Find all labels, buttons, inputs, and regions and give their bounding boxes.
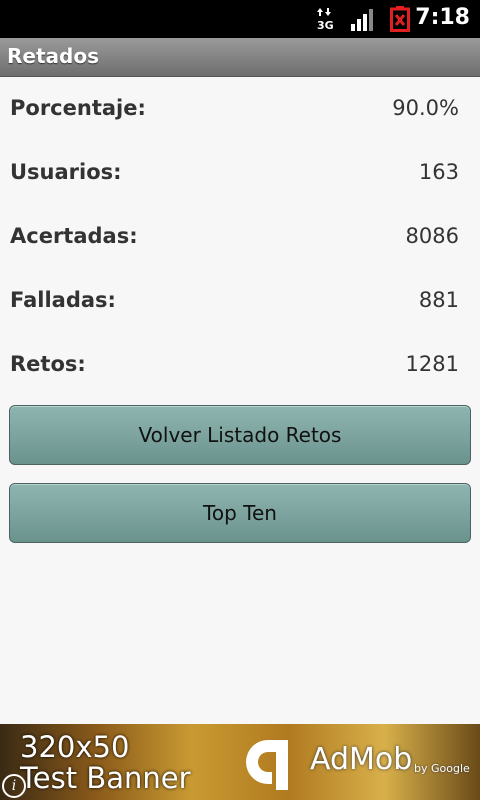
- ad-test-text: 320x50 Test Banner: [20, 732, 191, 794]
- info-icon[interactable]: i: [2, 774, 26, 798]
- signal-strength-icon: [351, 9, 373, 31]
- stat-row-retos: Retos: 1281: [0, 346, 480, 386]
- stat-value: 1281: [405, 352, 459, 376]
- stat-row-acertadas: Acertadas: 8086: [0, 218, 480, 258]
- stat-value: 163: [418, 160, 459, 184]
- svg-text:3G: 3G: [317, 19, 334, 31]
- stat-label: Acertadas:: [10, 224, 138, 248]
- stat-label: Porcentaje:: [10, 96, 146, 120]
- top-ten-button[interactable]: Top Ten: [9, 483, 471, 543]
- 3g-data-icon: 3G: [317, 8, 334, 31]
- ad-banner[interactable]: 320x50 Test Banner i AdMob by Google: [0, 724, 480, 800]
- title-bar: Retados: [0, 38, 480, 77]
- ad-size-label: 320x50: [20, 730, 130, 764]
- stat-label: Usuarios:: [10, 160, 122, 184]
- volver-listado-retos-button[interactable]: Volver Listado Retos: [9, 405, 471, 465]
- stat-label: Retos:: [10, 352, 86, 376]
- stat-row-falladas: Falladas: 881: [0, 282, 480, 322]
- battery-alert-icon: [390, 6, 410, 32]
- stat-value: 90.0%: [392, 96, 459, 120]
- status-clock: 7:18: [415, 5, 470, 30]
- stat-value: 881: [418, 288, 459, 312]
- admob-brand: AdMob: [310, 742, 413, 777]
- stat-value: 8086: [405, 224, 459, 248]
- stat-label: Falladas:: [10, 288, 116, 312]
- stat-row-porcentaje: Porcentaje: 90.0%: [0, 90, 480, 130]
- status-bar: 3G 7:18: [0, 0, 480, 38]
- ad-test-label: Test Banner: [20, 761, 191, 795]
- admob-by-google: by Google: [414, 762, 470, 775]
- page-title: Retados: [7, 44, 99, 68]
- stat-row-usuarios: Usuarios: 163: [0, 154, 480, 194]
- admob-logo-icon: [246, 740, 288, 790]
